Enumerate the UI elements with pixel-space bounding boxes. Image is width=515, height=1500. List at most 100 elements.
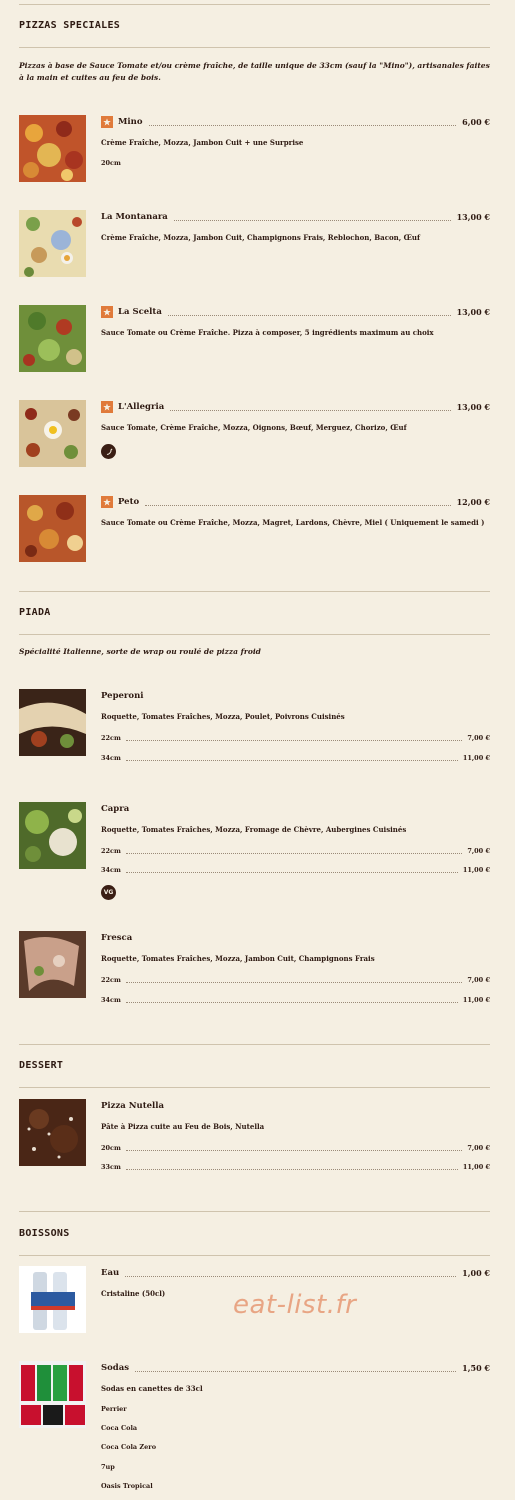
divider bbox=[19, 1255, 490, 1256]
size-label: 22cm bbox=[101, 847, 121, 855]
size-option[interactable]: 22cm 7,00 € bbox=[101, 974, 490, 986]
star-icon bbox=[101, 116, 113, 128]
section-description-pizzas: Pizzas à base de Sauce Tomate et/ou crèm… bbox=[19, 61, 490, 82]
watermark: eat-list.fr bbox=[233, 1290, 357, 1320]
soda-option[interactable]: Coca Cola bbox=[101, 1424, 137, 1432]
item-name: Pizza Nutella bbox=[101, 1101, 164, 1111]
item-name: Eau bbox=[101, 1268, 120, 1278]
size-option[interactable]: 20cm 7,00 € bbox=[101, 1142, 490, 1154]
soda-option[interactable]: Coca Cola Zero bbox=[101, 1443, 156, 1451]
soda-option[interactable]: Perrier bbox=[101, 1405, 127, 1413]
item-description: Sodas en canettes de 33cl bbox=[101, 1384, 203, 1393]
chili-pepper-icon bbox=[101, 444, 116, 459]
item-name: La Montanara bbox=[101, 212, 168, 222]
star-icon bbox=[101, 401, 113, 413]
item-name: La Scelta bbox=[118, 307, 162, 317]
item-size: 20cm bbox=[101, 159, 121, 167]
divider bbox=[19, 591, 490, 592]
pizza-photo bbox=[19, 115, 86, 182]
item-price: 1,50 € bbox=[462, 1363, 490, 1373]
dot-leader bbox=[167, 309, 451, 316]
section-description-piada: Spécialité Italienne, sorte de wrap ou r… bbox=[19, 647, 261, 656]
soda-option[interactable]: Oasis Tropical bbox=[101, 1482, 153, 1490]
item-price: 6,00 € bbox=[462, 117, 490, 127]
section-title-dessert: DESSERT bbox=[19, 1060, 64, 1071]
pizza-photo bbox=[19, 305, 86, 372]
divider bbox=[19, 634, 490, 635]
water-bottle-photo bbox=[19, 1266, 86, 1333]
vg-badge-icon: VG bbox=[101, 885, 116, 900]
item-description: Sauce Tomate ou Crème Fraîche, Mozza, Ma… bbox=[101, 518, 485, 527]
size-label: 34cm bbox=[101, 996, 121, 1004]
size-option[interactable]: 22cm 7,00 € bbox=[101, 732, 490, 744]
size-label: 34cm bbox=[101, 866, 121, 874]
size-option[interactable]: 34cm 11,00 € bbox=[101, 864, 490, 876]
divider bbox=[19, 1087, 490, 1088]
item-price: 13,00 € bbox=[456, 307, 490, 317]
dot-leader bbox=[125, 1270, 457, 1277]
size-option[interactable]: 33cm 11,00 € bbox=[101, 1161, 490, 1173]
pizza-photo bbox=[19, 400, 86, 467]
dot-leader bbox=[125, 848, 463, 854]
section-title-piada: PIADA bbox=[19, 607, 51, 618]
dot-leader bbox=[170, 404, 451, 411]
divider bbox=[19, 1211, 490, 1212]
size-price: 7,00 € bbox=[467, 734, 490, 742]
dot-leader bbox=[135, 1365, 457, 1372]
star-icon bbox=[101, 306, 113, 318]
section-title-pizzas: PIZZAS SPECIALES bbox=[19, 20, 121, 31]
size-label: 33cm bbox=[101, 1163, 121, 1171]
dot-leader bbox=[145, 499, 451, 506]
size-option[interactable]: 22cm 7,00 € bbox=[101, 845, 490, 857]
size-price: 11,00 € bbox=[462, 1163, 490, 1171]
item-description: Roquette, Tomates Fraîches, Mozza, Poule… bbox=[101, 712, 345, 721]
item-price: 13,00 € bbox=[456, 402, 490, 412]
item-name: Capra bbox=[101, 804, 130, 814]
soda-option[interactable]: 7up bbox=[101, 1463, 115, 1471]
item-name: L'Allegria bbox=[118, 402, 165, 412]
pizza-photo bbox=[19, 495, 86, 562]
dot-leader bbox=[125, 997, 458, 1003]
item-price: 1,00 € bbox=[462, 1268, 490, 1278]
sodas-photo bbox=[19, 1361, 86, 1428]
item-description: Sauce Tomate ou Crème Fraîche. Pizza à c… bbox=[101, 328, 434, 337]
item-name: Peperoni bbox=[101, 691, 144, 701]
size-price: 11,00 € bbox=[462, 996, 490, 1004]
dot-leader bbox=[125, 1164, 458, 1170]
item-price: 13,00 € bbox=[456, 212, 490, 222]
size-price: 7,00 € bbox=[467, 976, 490, 984]
size-price: 7,00 € bbox=[467, 847, 490, 855]
item-name: Fresca bbox=[101, 933, 133, 943]
dot-leader bbox=[125, 1145, 463, 1151]
dot-leader bbox=[125, 735, 463, 741]
size-option[interactable]: 34cm 11,00 € bbox=[101, 994, 490, 1006]
size-label: 34cm bbox=[101, 754, 121, 762]
dot-leader bbox=[125, 867, 458, 873]
piada-photo bbox=[19, 802, 86, 869]
section-title-boissons: BOISSONS bbox=[19, 1228, 70, 1239]
size-label: 22cm bbox=[101, 976, 121, 984]
item-description: Crème Fraîche, Mozza, Jambon Cuit, Champ… bbox=[101, 233, 420, 242]
star-icon bbox=[101, 496, 113, 508]
item-name: Peto bbox=[118, 497, 140, 507]
item-description: Roquette, Tomates Fraîches, Mozza, Jambo… bbox=[101, 954, 375, 963]
item-name: Mino bbox=[118, 117, 143, 127]
dot-leader bbox=[125, 977, 463, 983]
divider bbox=[19, 1044, 490, 1045]
size-option[interactable]: 34cm 11,00 € bbox=[101, 752, 490, 764]
piada-photo bbox=[19, 931, 86, 998]
item-description: Sauce Tomate, Crème Fraîche, Mozza, Oign… bbox=[101, 423, 407, 432]
size-label: 20cm bbox=[101, 1144, 121, 1152]
item-price: 12,00 € bbox=[456, 497, 490, 507]
divider bbox=[19, 4, 490, 5]
dessert-photo bbox=[19, 1099, 86, 1166]
piada-photo bbox=[19, 689, 86, 756]
divider bbox=[19, 47, 490, 48]
item-description: Crème Fraîche, Mozza, Jambon Cuit + une … bbox=[101, 138, 304, 147]
size-price: 11,00 € bbox=[462, 754, 490, 762]
dot-leader bbox=[125, 755, 458, 761]
item-description: Roquette, Tomates Fraîches, Mozza, Froma… bbox=[101, 825, 407, 834]
item-description: Pâte à Pizza cuite au Feu de Bois, Nutel… bbox=[101, 1122, 265, 1131]
dot-leader bbox=[173, 214, 451, 221]
size-label: 22cm bbox=[101, 734, 121, 742]
